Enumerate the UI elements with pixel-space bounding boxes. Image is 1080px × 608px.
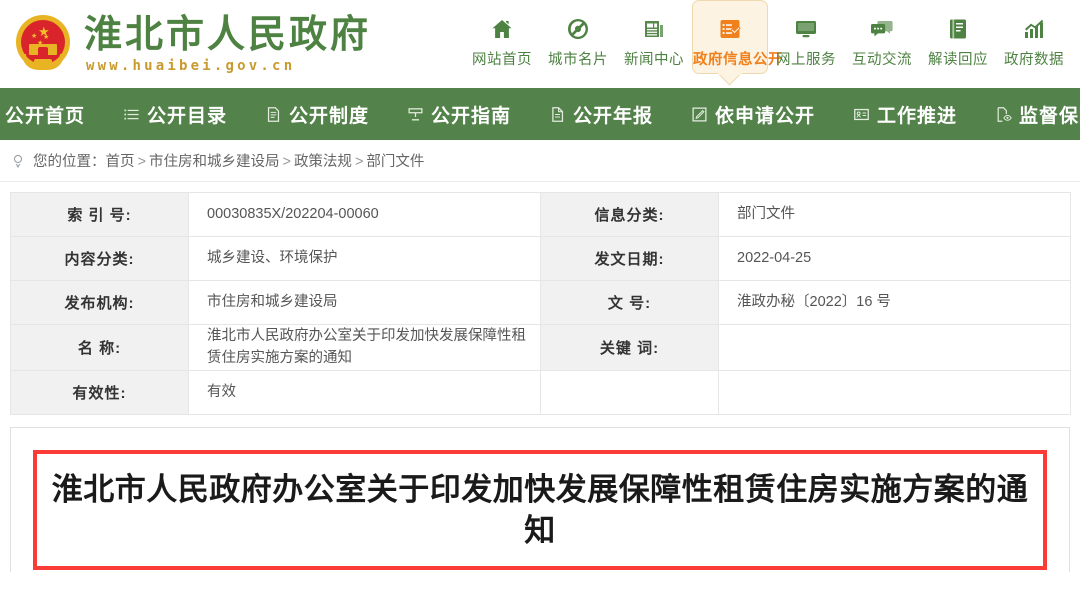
site-brand[interactable]: ★ ★ ★ ★ 淮北市人民政府 www.huaibei.gov.cn <box>0 13 371 75</box>
site-url: www.huaibei.gov.cn <box>86 58 296 74</box>
nav-label: 解读回应 <box>928 52 988 68</box>
signpost-icon <box>407 106 424 123</box>
nav-item-interaction[interactable]: 互动交流 <box>844 0 920 69</box>
table-row: 有效性: 有效 <box>10 369 1071 415</box>
meta-label-info-category: 信息分类: <box>540 192 719 237</box>
breadcrumb: 您的位置：首页 > 市住房和城乡建设局 > 政策法规 > 部门文件 <box>0 140 1080 182</box>
nav-label: 城市名片 <box>548 52 608 68</box>
greennav-item-supervision[interactable]: 监督保障 <box>976 101 1080 128</box>
site-header: ★ ★ ★ ★ 淮北市人民政府 www.huaibei.gov.cn 网站首页 <box>0 0 1080 88</box>
meta-value-keywords <box>718 324 1071 371</box>
meta-label-index-number: 索 引 号: <box>10 192 189 237</box>
meta-label-name: 名 称: <box>10 324 189 371</box>
checklist-icon <box>693 14 767 44</box>
breadcrumb-separator: > <box>137 154 146 170</box>
meta-label-validity: 有效性: <box>10 369 189 415</box>
meta-value-content-category: 城乡建设、环境保护 <box>188 236 541 281</box>
document-title: 淮北市人民政府办公室关于印发加快发展保障性租赁住房实施方案的通知 <box>33 449 1047 570</box>
breadcrumb-separator: > <box>354 154 364 170</box>
nav-label: 政府数据 <box>1004 52 1064 68</box>
book-icon <box>920 14 996 44</box>
greennav-item-disclosure-guide[interactable]: 公开指南 <box>388 101 530 128</box>
greennav-label: 依申请公开 <box>715 105 816 127</box>
id-card-icon <box>853 106 870 123</box>
nav-item-government-info-disclosure[interactable]: 政府信息公开 <box>692 0 783 75</box>
location-pin-icon <box>10 153 26 169</box>
meta-value-validity: 有效 <box>188 369 541 415</box>
list-lines-icon <box>123 106 140 123</box>
meta-label-issue-date: 发文日期: <box>540 236 719 281</box>
document-meta-table: 索 引 号: 00030835X/202204-00060 信息分类: 部门文件… <box>10 192 1071 415</box>
meta-label-document-number: 文 号: <box>540 280 719 325</box>
breadcrumb-item-home[interactable]: 首页 <box>106 154 135 170</box>
breadcrumb-prefix: 您的位置： <box>33 154 106 170</box>
greennav-label: 公开首页 <box>4 105 85 127</box>
nav-label: 网站首页 <box>472 52 532 68</box>
greennav-item-disclosure-system[interactable]: 公开制度 <box>246 101 388 128</box>
pencil-square-icon <box>691 106 708 123</box>
city-card-icon <box>540 14 616 44</box>
nav-label: 互动交流 <box>852 52 912 68</box>
table-row: 内容分类: 城乡建设、环境保护 发文日期: 2022-04-25 <box>10 236 1071 281</box>
meta-value-issuing-agency: 市住房和城乡建设局 <box>188 280 541 325</box>
breadcrumb-item-housing-bureau[interactable]: 市住房和城乡建设局 <box>149 154 280 170</box>
meta-label-keywords: 关键 词: <box>540 324 719 371</box>
greennav-item-annual-report[interactable]: 公开年报 <box>530 101 672 128</box>
site-title: 淮北市人民政府 <box>84 12 372 56</box>
nav-item-online-service[interactable]: 网上服务 <box>768 0 844 69</box>
greennav-item-disclosure-on-request[interactable]: 依申请公开 <box>672 101 834 128</box>
eye-document-icon <box>995 106 1012 123</box>
nav-label: 网上服务 <box>776 52 836 68</box>
table-row: 发布机构: 市住房和城乡建设局 文 号: 淮政办秘〔2022〕16 号 <box>10 280 1071 325</box>
document-icon <box>265 106 282 123</box>
greennav-label: 公开制度 <box>288 105 369 127</box>
nav-item-interpretation[interactable]: 解读回应 <box>920 0 996 69</box>
greennav-label: 监督保障 <box>1019 105 1080 127</box>
chat-icon <box>844 14 920 44</box>
breadcrumb-separator: > <box>282 154 291 170</box>
meta-label-issuing-agency: 发布机构: <box>10 280 189 325</box>
home-icon <box>464 14 540 44</box>
meta-value-document-number: 淮政办秘〔2022〕16 号 <box>718 280 1071 325</box>
nav-item-government-data[interactable]: 政府数据 <box>996 0 1072 69</box>
meta-empty-cell <box>540 369 719 415</box>
document-content-box: 淮北市人民政府办公室关于印发加快发展保障性租赁住房实施方案的通知 <box>10 426 1070 572</box>
greennav-item-disclosure-home[interactable]: 公开首页 <box>0 101 104 128</box>
table-row: 名 称: 淮北市人民政府办公室关于印发加快发展保障性租赁住房实施方案的通知 关键… <box>10 324 1071 371</box>
greennav-label: 公开指南 <box>430 105 511 127</box>
greennav-item-disclosure-catalog[interactable]: 公开目录 <box>104 101 246 128</box>
meta-empty-cell <box>718 369 1071 415</box>
greennav-item-work-progress[interactable]: 工作推进 <box>834 101 976 128</box>
nav-item-news[interactable]: 新闻中心 <box>616 0 692 69</box>
breadcrumb-item-policy[interactable]: 政策法规 <box>294 154 352 170</box>
primary-nav: 网站首页 城市名片 新闻中心 政府信息公开 网上服务 互动交流 解读回应 政府数… <box>464 0 1080 88</box>
breadcrumb-text: 您的位置：首页 > 市住房和城乡建设局 > 政策法规 > 部门文件 <box>33 150 424 171</box>
page-icon <box>549 106 566 123</box>
meta-value-issue-date: 2022-04-25 <box>718 236 1071 281</box>
document-meta-section: 索 引 号: 00030835X/202204-00060 信息分类: 部门文件… <box>0 182 1080 415</box>
newspaper-icon <box>616 14 692 44</box>
meta-value-index-number: 00030835X/202204-00060 <box>188 192 541 237</box>
greennav-label: 工作推进 <box>877 105 958 127</box>
greennav-label: 公开目录 <box>146 105 227 127</box>
chart-icon <box>996 14 1072 44</box>
nav-item-city-card[interactable]: 城市名片 <box>540 0 616 69</box>
disclosure-nav-bar: 公开首页 公开目录 公开制度 公开指南 公开年报 依申请公开 工作推进 监督保 <box>0 88 1080 140</box>
nav-label: 新闻中心 <box>624 52 684 68</box>
meta-label-content-category: 内容分类: <box>10 236 189 281</box>
national-emblem-icon: ★ ★ ★ ★ <box>12 13 74 75</box>
nav-item-home[interactable]: 网站首页 <box>464 0 540 69</box>
nav-label: 政府信息公开 <box>693 52 783 68</box>
monitor-icon <box>768 14 844 44</box>
meta-value-name: 淮北市人民政府办公室关于印发加快发展保障性租赁住房实施方案的通知 <box>188 324 541 371</box>
greennav-label: 公开年报 <box>573 105 654 127</box>
breadcrumb-item-department-document[interactable]: 部门文件 <box>366 154 424 170</box>
table-row: 索 引 号: 00030835X/202204-00060 信息分类: 部门文件 <box>10 192 1071 237</box>
meta-value-info-category: 部门文件 <box>718 192 1071 237</box>
